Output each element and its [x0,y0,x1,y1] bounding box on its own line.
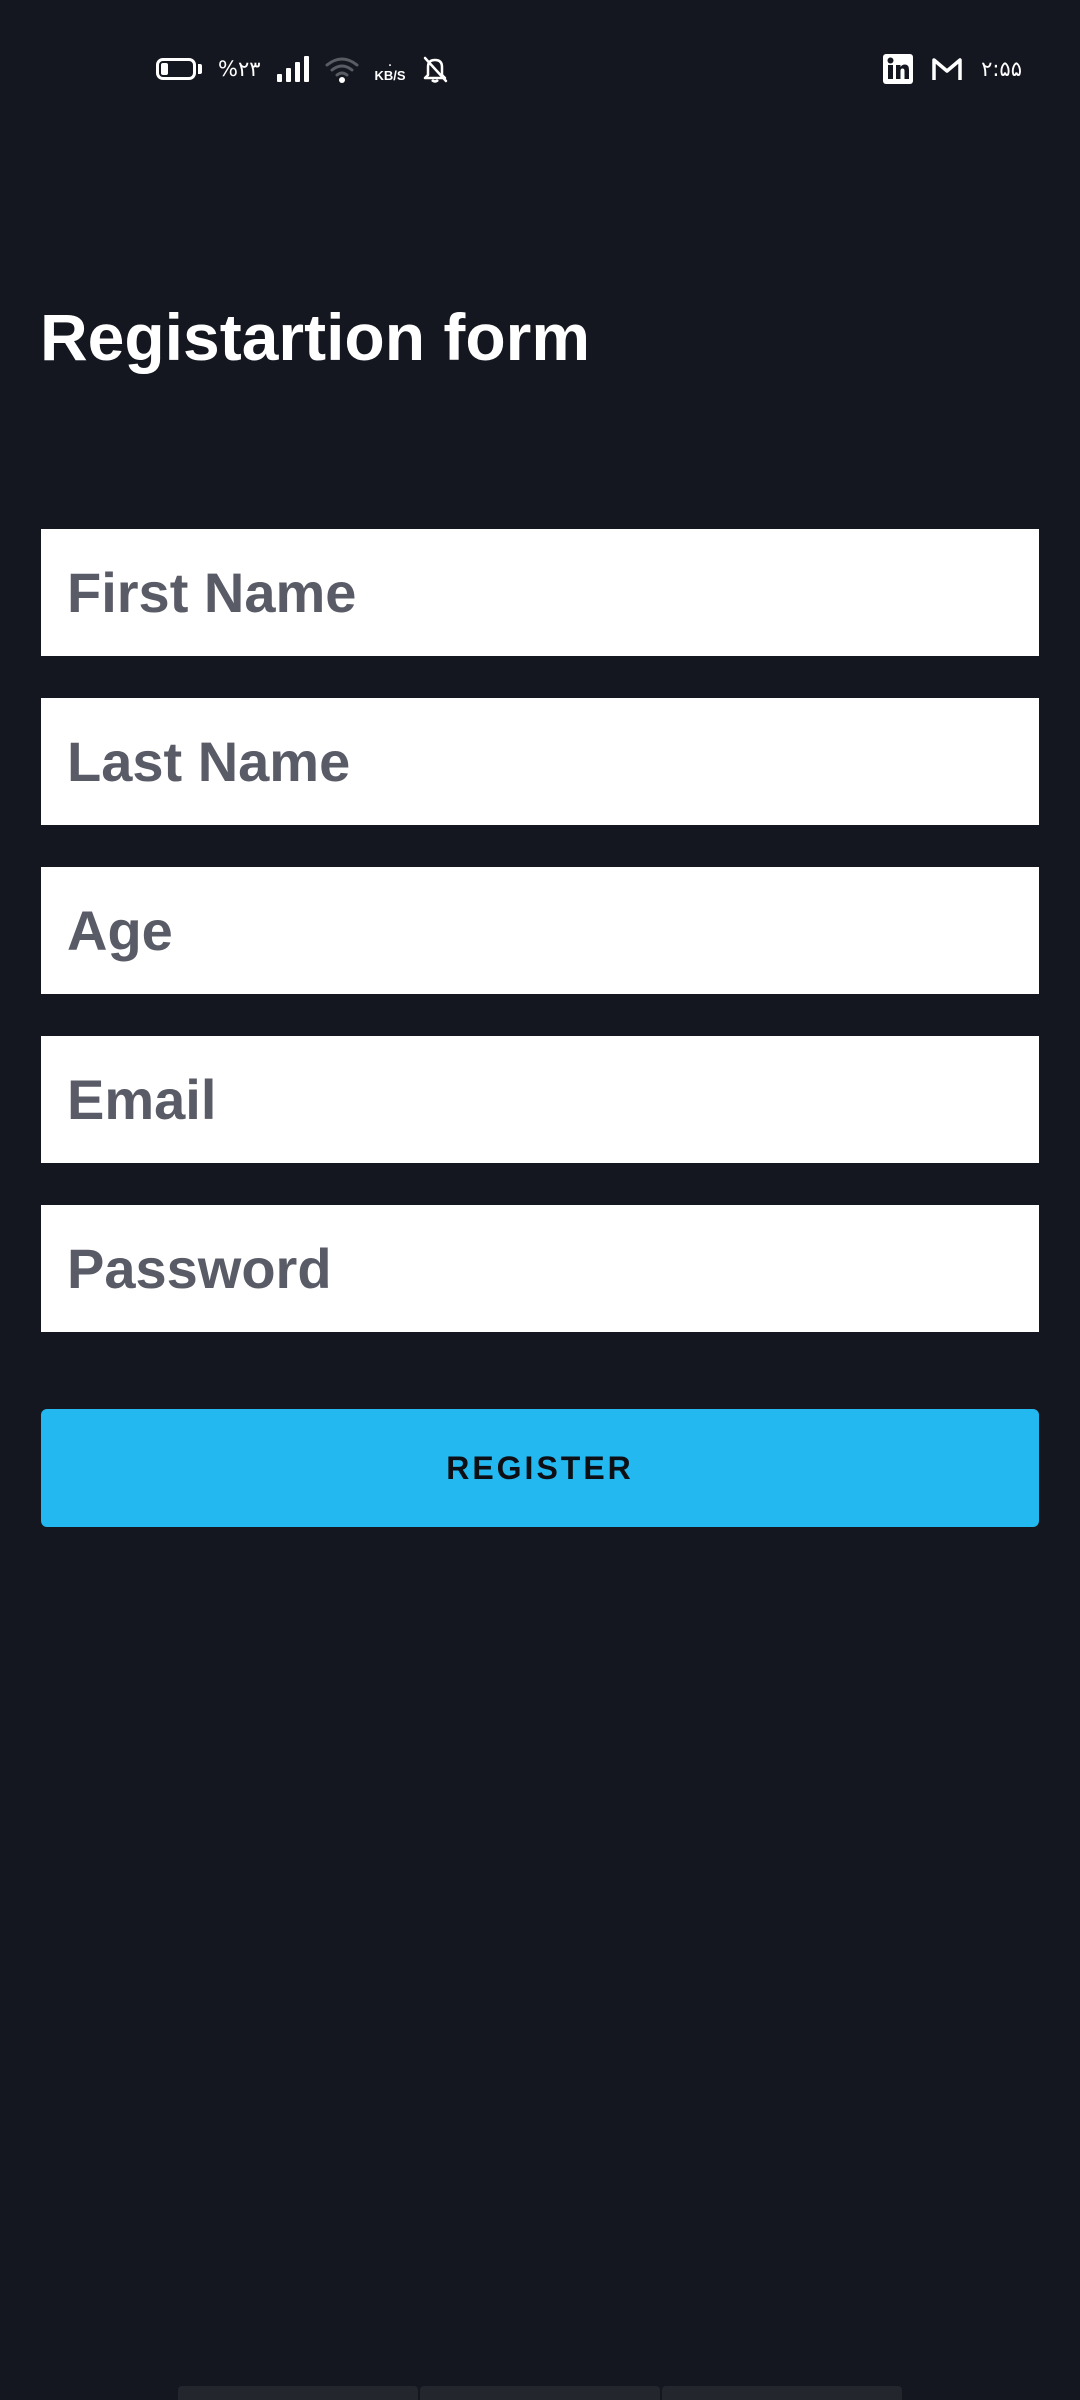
status-bar-left: %۲۳ ۰ KB/S [156,52,448,86]
password-field[interactable] [41,1205,1039,1332]
register-button[interactable]: REGISTER [41,1409,1039,1527]
network-speed-unit: KB/S [374,67,406,83]
age-input[interactable] [67,898,1013,963]
nav-segment-left[interactable] [178,2386,418,2400]
network-speed-value: ۰ [386,55,394,72]
battery-percent: %۲۳ [218,56,261,81]
age-field[interactable] [41,867,1039,994]
last-name-input[interactable] [67,729,1013,794]
battery-icon [156,58,196,80]
navigation-bar[interactable] [178,2386,902,2400]
signal-icon [276,56,309,82]
gmail-icon [931,56,963,82]
bell-off-icon [422,55,448,83]
clock: ۲:۵۵ [981,56,1022,81]
page-title: Registartion form [40,300,591,374]
network-speed: ۰ KB/S [375,57,406,82]
first-name-input[interactable] [67,560,1013,625]
status-bar: %۲۳ ۰ KB/S ۲:۵۵ [0,0,1080,140]
nav-segment-center[interactable] [420,2386,660,2400]
password-input[interactable] [67,1236,1013,1301]
battery-cap [198,64,202,74]
email-field[interactable] [41,1036,1039,1163]
first-name-field[interactable] [41,529,1039,656]
linkedin-icon [883,54,914,84]
email-input[interactable] [67,1067,1013,1132]
wifi-icon [325,55,359,83]
nav-segment-right[interactable] [662,2386,902,2400]
last-name-field[interactable] [41,698,1039,825]
status-bar-right: ۲:۵۵ [883,52,1022,86]
